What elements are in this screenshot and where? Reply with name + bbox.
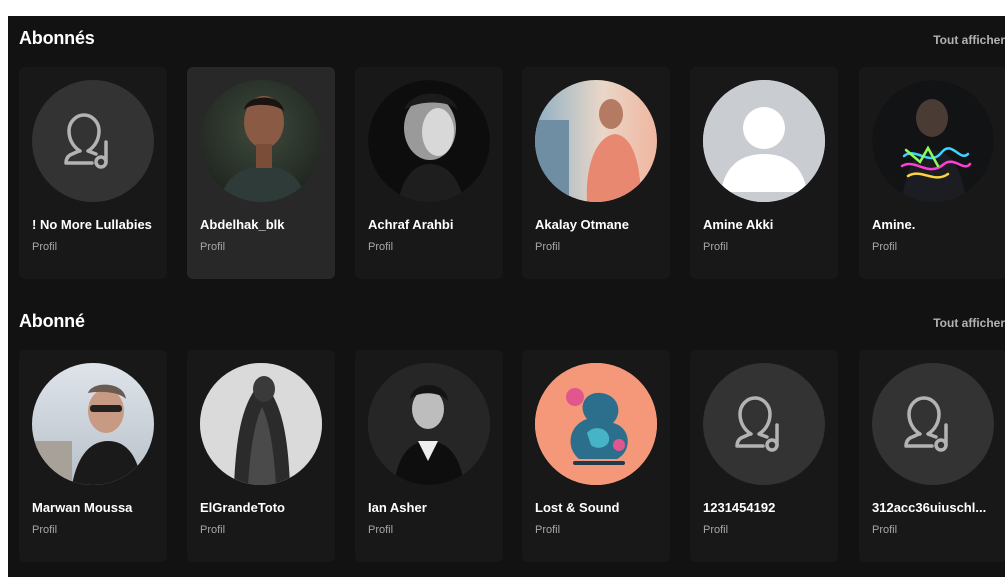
default-user-icon (703, 363, 825, 485)
default-user-icon (872, 363, 994, 485)
profile-card[interactable]: ElGrandeToto Profil (187, 350, 335, 562)
profile-type: Profil (703, 241, 729, 253)
profile-photo (200, 80, 322, 202)
profile-card[interactable]: Marwan Moussa Profil (19, 350, 167, 562)
profile-library-panel: Abonnés Tout afficher ! No More Lullabie… (8, 16, 1005, 577)
profile-card[interactable]: Amine. Profil (859, 67, 1005, 279)
profile-card[interactable]: 312acc36uiuschl... Profil (859, 350, 1005, 562)
profile-name: Akalay Otmane (535, 217, 629, 232)
profile-photo (200, 363, 322, 485)
show-all-link[interactable]: Tout afficher (933, 316, 1005, 330)
profile-type: Profil (200, 524, 226, 536)
profile-card[interactable]: 1231454192 Profil (690, 350, 838, 562)
section-title: Abonnés (19, 28, 95, 48)
profile-name: Amine. (872, 217, 916, 232)
artist-artwork (535, 363, 657, 485)
profile-card[interactable]: Amine Akki Profil (690, 67, 838, 279)
show-all-link[interactable]: Tout afficher (933, 33, 1005, 47)
profile-name: 312acc36uiuschl... (872, 500, 987, 515)
profile-type: Profil (872, 524, 898, 536)
profile-type: Profil (32, 524, 58, 536)
section-title: Abonné (19, 311, 85, 331)
profile-photo (535, 80, 657, 202)
profile-type: Profil (32, 241, 58, 253)
profile-name: Marwan Moussa (32, 500, 133, 515)
profile-type: Profil (535, 241, 561, 253)
default-silhouette-icon (703, 80, 825, 202)
profile-name: Lost & Sound (535, 500, 620, 515)
profile-type: Profil (368, 241, 394, 253)
profile-type: Profil (535, 524, 561, 536)
profile-card[interactable]: Akalay Otmane Profil (522, 67, 670, 279)
profile-photo (32, 363, 154, 485)
profile-name: Abdelhak_blk (200, 217, 285, 232)
profile-name: ElGrandeToto (200, 500, 285, 515)
profile-photo (368, 363, 490, 485)
profile-card[interactable]: Achraf Arahbi Profil (355, 67, 503, 279)
profile-type: Profil (703, 524, 729, 536)
profile-name: 1231454192 (703, 500, 776, 515)
profile-card[interactable]: Abdelhak_blk Profil (187, 67, 335, 279)
profile-card[interactable]: ! No More Lullabies Profil (19, 67, 167, 279)
profile-card[interactable]: Ian Asher Profil (355, 350, 503, 562)
default-user-icon (32, 80, 154, 202)
profile-photo (872, 80, 994, 202)
profile-name: ! No More Lullabies (32, 217, 152, 232)
profile-type: Profil (200, 241, 226, 253)
profile-type: Profil (368, 524, 394, 536)
profile-type: Profil (872, 241, 898, 253)
profile-name: Ian Asher (368, 500, 427, 515)
profile-photo (368, 80, 490, 202)
profile-card[interactable]: Lost & Sound Profil (522, 350, 670, 562)
profile-name: Achraf Arahbi (368, 217, 454, 232)
profile-name: Amine Akki (703, 217, 774, 232)
